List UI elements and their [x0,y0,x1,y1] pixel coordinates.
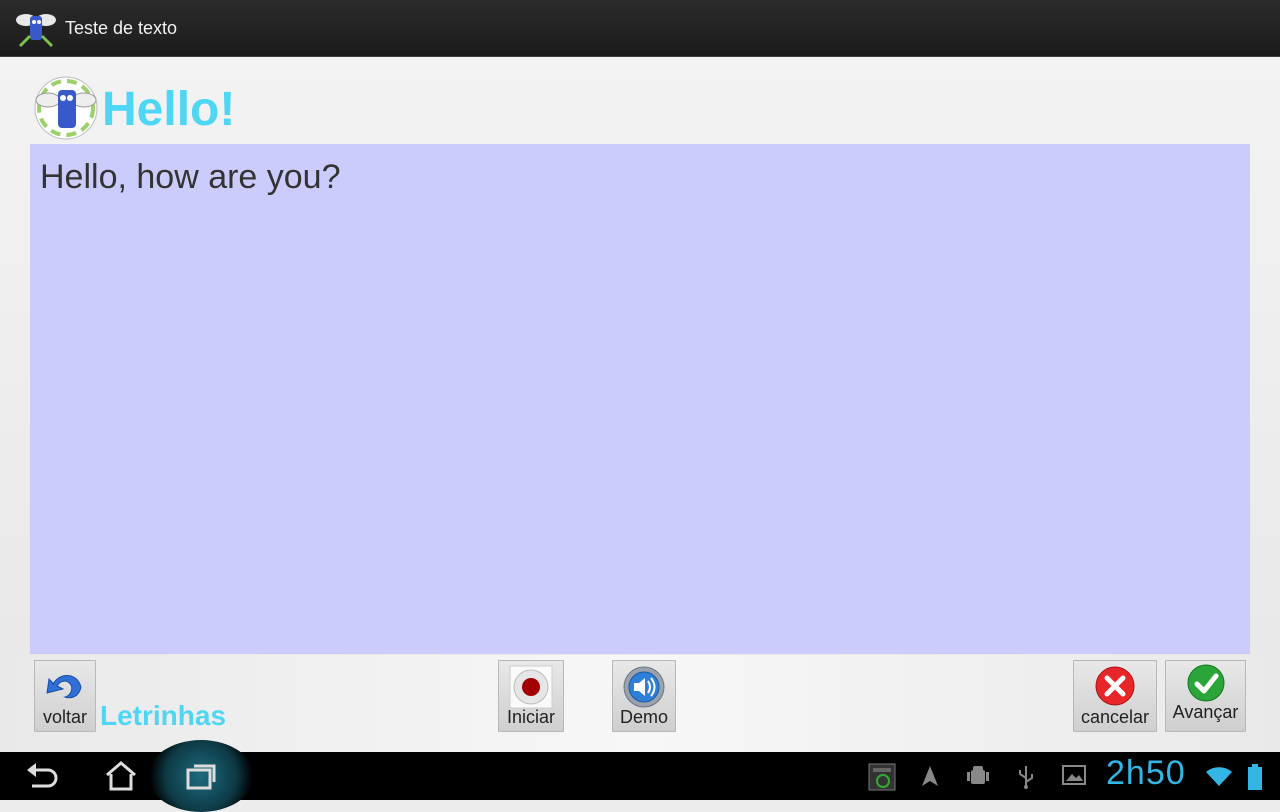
speaker-icon [623,666,665,708]
next-label: Avançar [1172,702,1239,722]
clock[interactable]: 2h50 [1106,754,1186,793]
nav-recent-apps-icon[interactable] [184,760,218,792]
cancel-x-icon [1095,666,1135,706]
back-button[interactable]: voltar [34,660,96,732]
app-title: Teste de texto [65,18,178,38]
wifi-icon[interactable] [1205,766,1233,788]
image-icon[interactable] [1062,764,1086,786]
system-nav-bar: 2h50 [0,740,1280,812]
navigation-arrow-icon[interactable] [920,764,940,788]
demo-label: Demo [619,707,668,727]
checkmark-icon [1187,664,1224,702]
record-button[interactable]: Iniciar [498,660,564,732]
undo-arrow-icon [46,675,82,699]
screenshot-notification-icon[interactable] [867,762,897,792]
text-panel: Hello, how are you? [30,144,1250,654]
page-title: Hello! [102,83,236,136]
usb-icon[interactable] [1016,764,1036,790]
mascot-avatar-icon [34,76,98,140]
next-button[interactable]: Avançar [1165,660,1246,732]
reading-text: Hello, how are you? [40,158,341,196]
back-label: voltar [42,707,87,727]
nav-back-icon[interactable] [24,760,58,792]
cancel-label: cancelar [1080,707,1150,727]
record-label: Iniciar [506,707,555,727]
cancel-button[interactable]: cancelar [1073,660,1157,732]
nav-home-icon[interactable] [104,760,138,792]
title-bar: Teste de texto [0,0,1280,57]
battery-icon[interactable] [1248,764,1262,790]
brand-label: Letrinhas [100,700,227,731]
record-icon [509,665,553,709]
demo-button[interactable]: Demo [612,660,676,732]
app-mascot-icon [16,14,56,48]
android-debug-icon[interactable] [966,764,990,788]
